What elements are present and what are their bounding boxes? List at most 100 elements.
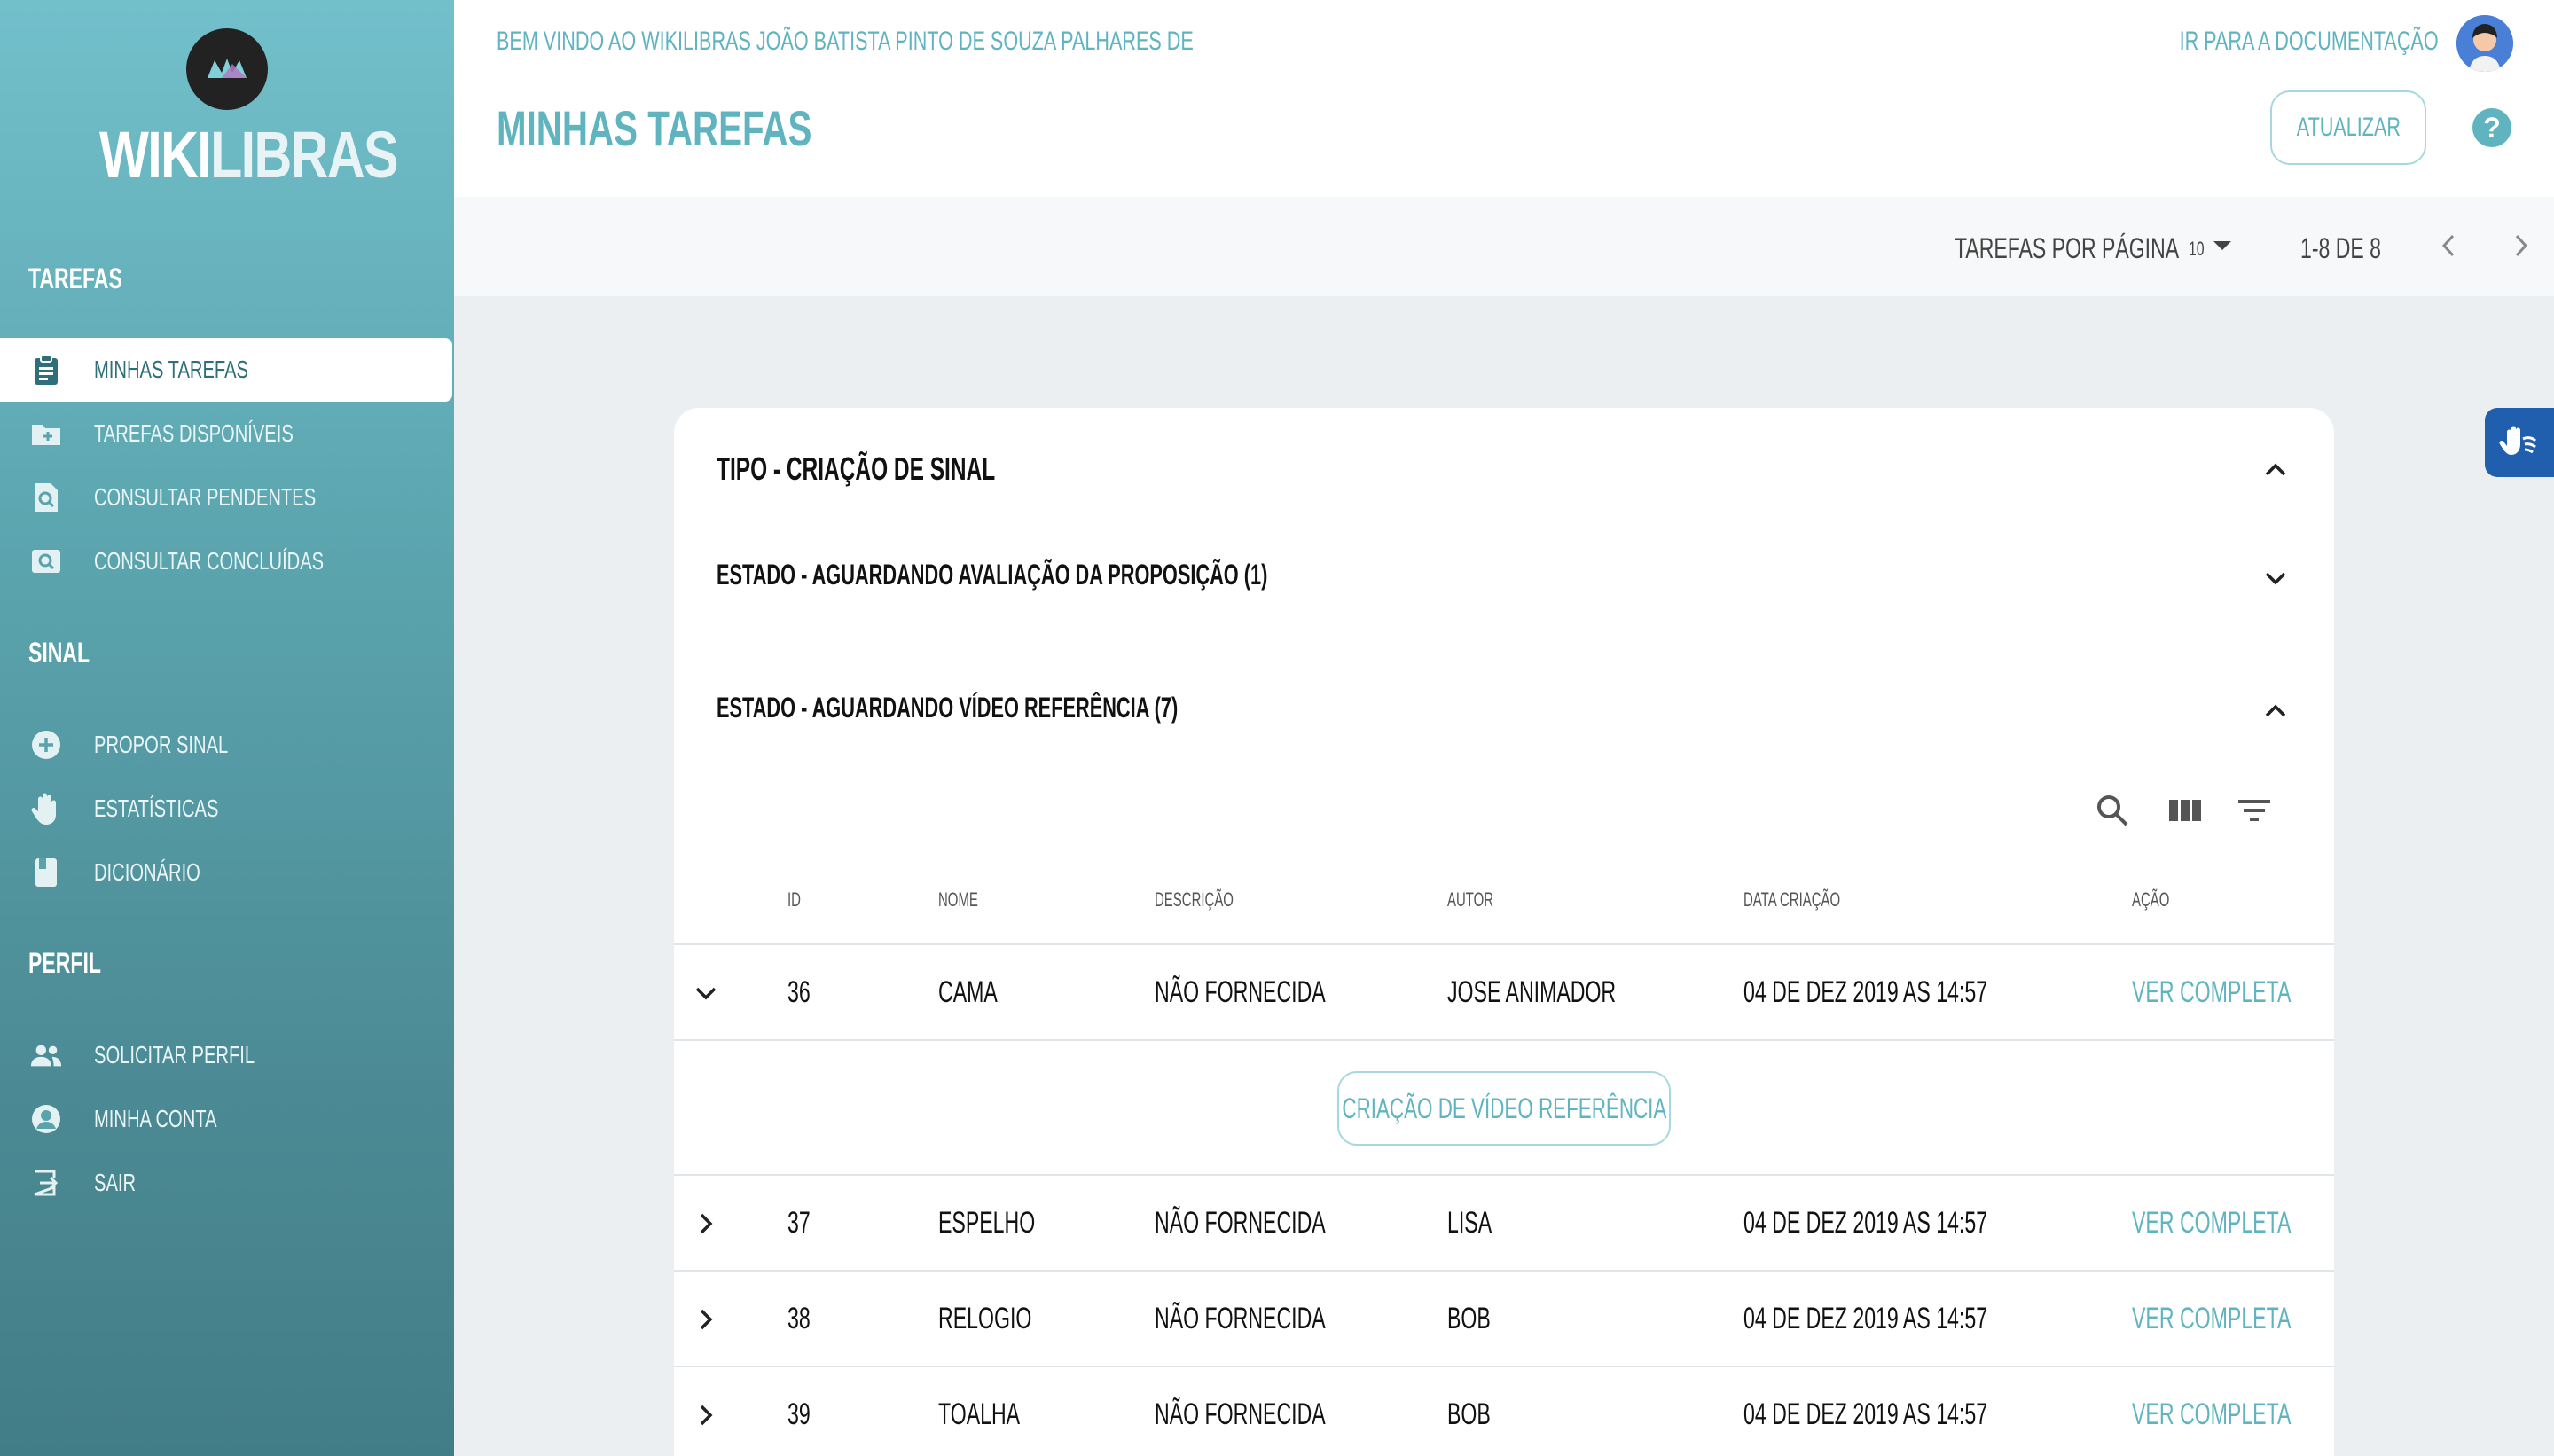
- sidebar-item-label: MINHA CONTA: [94, 1105, 217, 1132]
- filter-icon[interactable]: [2235, 791, 2274, 830]
- cell-name: RELOGIO: [938, 1302, 1032, 1335]
- sidebar-item-consultar-pendentes[interactable]: CONSULTAR PENDENTES: [0, 466, 452, 529]
- chevron-right-icon[interactable]: [692, 1209, 720, 1238]
- section-title-perfil: PERFIL: [28, 947, 101, 979]
- logout-icon: [30, 1167, 62, 1199]
- logo-libras: LIBRAS: [210, 118, 398, 192]
- chevron-down-icon[interactable]: [2261, 564, 2290, 592]
- cell-description: NÃO FORNECIDA: [1155, 1302, 1326, 1335]
- welcome-text: BEM VINDO AO WIKILIBRAS JOÃO BATISTA PIN…: [497, 27, 1194, 56]
- expanded-row-panel: CRIAÇÃO DE VÍDEO REFERÊNCIA: [674, 1039, 2334, 1174]
- logo-wiki: WIKI: [99, 118, 212, 192]
- sidebar-item-solicitar-perfil[interactable]: SOLICITAR PERFIL: [0, 1023, 452, 1087]
- search-icon[interactable]: [2093, 791, 2132, 830]
- refresh-button[interactable]: ATUALIZAR: [2270, 90, 2426, 165]
- column-header-id[interactable]: ID: [787, 888, 801, 912]
- search-file-icon: [30, 481, 62, 513]
- pagination-bar: TAREFAS POR PÁGINA 10 1-8 DE 8: [454, 197, 2554, 296]
- cell-author: BOB: [1447, 1302, 1491, 1335]
- cell-id: 38: [787, 1302, 811, 1335]
- prev-page-icon[interactable]: [2437, 231, 2462, 265]
- section-title-sinal: SINAL: [28, 637, 90, 669]
- sidebar-item-label: CONSULTAR PENDENTES: [94, 483, 317, 511]
- cell-author: LISA: [1447, 1206, 1492, 1240]
- per-page-label: TAREFAS POR PÁGINA: [1955, 232, 2180, 264]
- sidebar-item-sair[interactable]: SAIR: [0, 1151, 452, 1215]
- search-image-icon: [30, 545, 62, 577]
- view-full-link[interactable]: VER COMPLETA: [2132, 975, 2291, 1010]
- chevron-down-icon[interactable]: [692, 979, 720, 1007]
- sidebar-item-label: MINHAS TAREFAS: [94, 356, 249, 383]
- cell-date: 04 DE DEZ 2019 AS 14:57: [1743, 1302, 1988, 1335]
- people-icon: [30, 1039, 62, 1071]
- table-row[interactable]: 39 TOALHA NÃO FORNECIDA BOB 04 DE DEZ 20…: [674, 1366, 2334, 1456]
- sidebar-item-dicionario[interactable]: DICIONÁRIO: [0, 841, 452, 904]
- table-row[interactable]: 36 CAMA NÃO FORNECIDA JOSE ANIMADOR 04 D…: [674, 943, 2334, 1039]
- sidebar-item-estatisticas[interactable]: ESTATÍSTICAS: [0, 777, 452, 841]
- page-title: MINHAS TAREFAS: [497, 100, 812, 156]
- next-page-icon[interactable]: [2508, 231, 2533, 265]
- create-reference-video-button[interactable]: CRIAÇÃO DE VÍDEO REFERÊNCIA: [1337, 1071, 1671, 1146]
- table-row[interactable]: 38 RELOGIO NÃO FORNECIDA BOB 04 DE DEZ 2…: [674, 1270, 2334, 1366]
- cell-description: NÃO FORNECIDA: [1155, 1206, 1326, 1240]
- view-full-link[interactable]: VER COMPLETA: [2132, 1397, 2291, 1432]
- documentation-link[interactable]: IR PARA A DOCUMENTAÇÃO: [2180, 27, 2439, 57]
- cell-description: NÃO FORNECIDA: [1155, 975, 1326, 1009]
- sidebar-item-label: DICIONÁRIO: [94, 858, 200, 886]
- cell-id: 39: [787, 1397, 811, 1431]
- book-icon: [30, 857, 62, 888]
- sidebar-item-minhas-tarefas[interactable]: MINHAS TAREFAS: [0, 338, 452, 402]
- sidebar-item-label: PROPOR SINAL: [94, 731, 229, 758]
- sign-language-hands-icon: [2498, 419, 2541, 466]
- sidebar-item-minha-conta[interactable]: MINHA CONTA: [0, 1087, 452, 1151]
- cell-description: NÃO FORNECIDA: [1155, 1397, 1326, 1431]
- section-title-tarefas: TAREFAS: [28, 262, 122, 294]
- column-header-date[interactable]: DATA CRIAÇÃO: [1743, 888, 1840, 912]
- per-page-select[interactable]: 10: [2189, 238, 2205, 261]
- sidebar-item-tarefas-disponiveis[interactable]: TAREFAS DISPONÍVEIS: [0, 402, 452, 466]
- chevron-right-icon[interactable]: [692, 1401, 720, 1429]
- clipboard-icon: [30, 354, 62, 386]
- cell-name: TOALHA: [938, 1397, 1021, 1431]
- chevron-up-icon[interactable]: [2261, 456, 2290, 484]
- chevron-down-icon[interactable]: [2212, 239, 2233, 256]
- avatar[interactable]: [2456, 15, 2513, 72]
- logo-icon: [186, 28, 268, 110]
- chevron-right-icon[interactable]: [692, 1305, 720, 1334]
- sidebar-item-propor-sinal[interactable]: PROPOR SINAL: [0, 713, 452, 777]
- sidebar-item-label: ESTATÍSTICAS: [94, 795, 219, 822]
- cell-author: BOB: [1447, 1397, 1491, 1431]
- columns-icon[interactable]: [2166, 791, 2205, 830]
- sidebar-item-label: CONSULTAR CONCLUÍDAS: [94, 547, 325, 575]
- sidebar-item-label: TAREFAS DISPONÍVEIS: [94, 419, 294, 447]
- hand-icon: [30, 793, 62, 825]
- plus-circle-icon: [30, 729, 62, 761]
- view-full-link[interactable]: VER COMPLETA: [2132, 1302, 2291, 1336]
- header: BEM VINDO AO WIKILIBRAS JOÃO BATISTA PIN…: [454, 0, 2554, 197]
- sidebar-item-label: SAIR: [94, 1169, 137, 1196]
- state-heading-avaliacao[interactable]: ESTADO - AGUARDANDO AVALIAÇÃO DA PROPOSI…: [717, 559, 1267, 591]
- cell-id: 37: [787, 1206, 811, 1240]
- cell-name: ESPELHO: [938, 1206, 1036, 1240]
- state-heading-video[interactable]: ESTADO - AGUARDANDO VÍDEO REFERÊNCIA (7): [717, 692, 1178, 724]
- column-header-author[interactable]: AUTOR: [1447, 888, 1493, 912]
- chevron-up-icon[interactable]: [2261, 697, 2290, 725]
- cell-date: 04 DE DEZ 2019 AS 14:57: [1743, 1397, 1988, 1431]
- page-range: 1-8 DE 8: [2300, 232, 2381, 264]
- type-heading[interactable]: TIPO - CRIAÇÃO DE SINAL: [717, 450, 995, 488]
- sign-language-accessibility-button[interactable]: [2485, 408, 2554, 477]
- table-row[interactable]: 37 ESPELHO NÃO FORNECIDA LISA 04 DE DEZ …: [674, 1174, 2334, 1270]
- column-header-name[interactable]: NOME: [938, 888, 978, 912]
- cell-author: JOSE ANIMADOR: [1447, 975, 1617, 1009]
- cell-date: 04 DE DEZ 2019 AS 14:57: [1743, 1206, 1988, 1240]
- sidebar-item-consultar-concluidas[interactable]: CONSULTAR CONCLUÍDAS: [0, 529, 452, 593]
- account-icon: [30, 1103, 62, 1135]
- refresh-label: ATUALIZAR: [2296, 113, 2401, 142]
- cell-id: 36: [787, 975, 811, 1009]
- help-icon[interactable]: ?: [2472, 108, 2511, 147]
- column-header-action: AÇÃO: [2132, 888, 2170, 911]
- logo-text: WIKILIBRAS: [99, 117, 398, 192]
- folder-plus-icon: [30, 418, 62, 450]
- view-full-link[interactable]: VER COMPLETA: [2132, 1206, 2291, 1241]
- column-header-description[interactable]: DESCRIÇÃO: [1155, 888, 1234, 912]
